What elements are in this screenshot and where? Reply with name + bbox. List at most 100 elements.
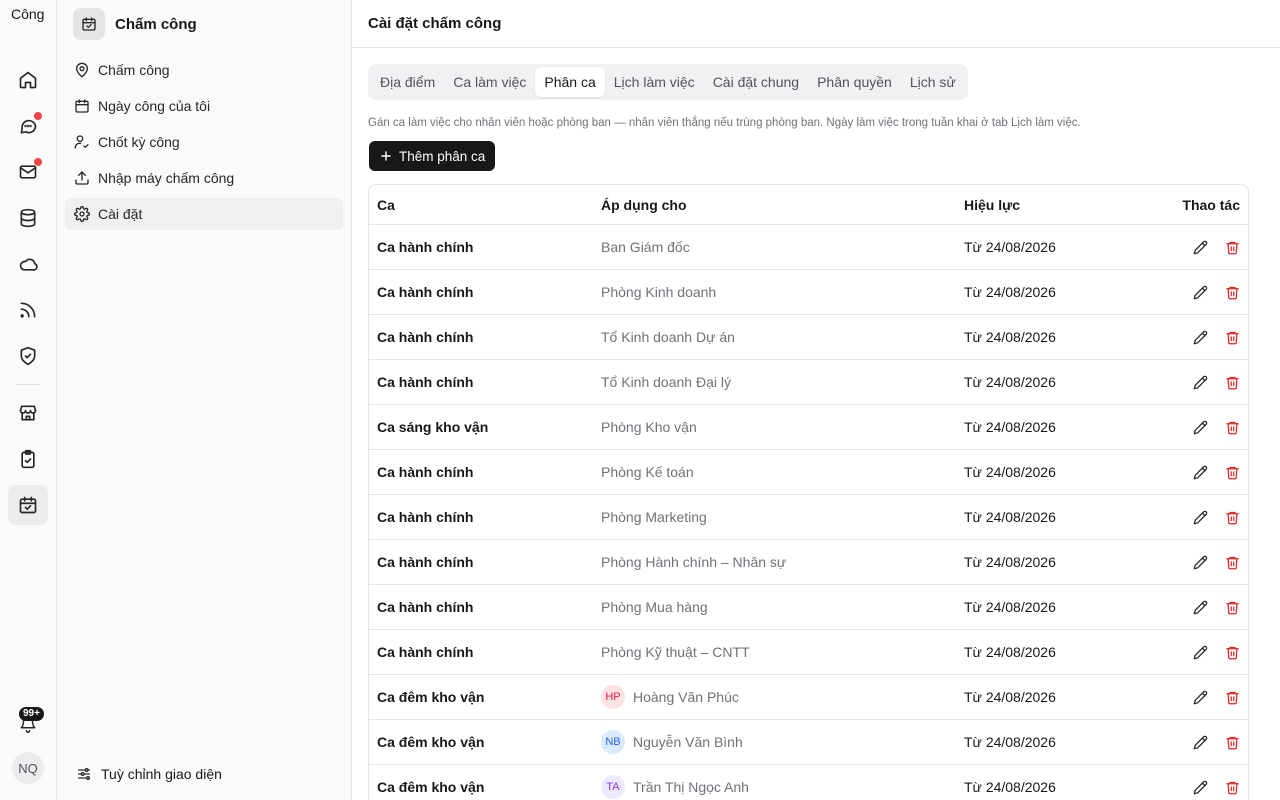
store-icon[interactable] bbox=[8, 393, 48, 433]
delete-icon[interactable] bbox=[1224, 374, 1240, 390]
applies-to-label: Hoàng Văn Phúc bbox=[633, 689, 739, 705]
effective-date: Từ 24/08/2026 bbox=[964, 374, 1056, 390]
applies-to: Ban Giám đốc bbox=[601, 225, 690, 269]
row-actions bbox=[1192, 315, 1240, 359]
shift-name: Ca hành chính bbox=[377, 599, 474, 615]
edit-icon[interactable] bbox=[1192, 734, 1208, 750]
applies-to: Phòng Mua hàng bbox=[601, 585, 708, 629]
delete-icon[interactable] bbox=[1224, 329, 1240, 345]
sidebar-item-label: Chốt kỳ công bbox=[98, 134, 180, 150]
rss-icon[interactable] bbox=[8, 290, 48, 330]
effective-date: Từ 24/08/2026 bbox=[964, 509, 1056, 525]
tab-dia-diem[interactable]: Địa điểm bbox=[371, 67, 444, 97]
delete-icon[interactable] bbox=[1224, 644, 1240, 660]
delete-icon[interactable] bbox=[1224, 419, 1240, 435]
tab-lich-lam-viec[interactable]: Lịch làm việc bbox=[605, 67, 704, 97]
calendar-check-icon[interactable] bbox=[8, 485, 48, 525]
edit-icon[interactable] bbox=[1192, 374, 1208, 390]
sidebar-item-cai-dat[interactable]: Cài đặt bbox=[65, 198, 343, 230]
sidebar-item-chot-ky-cong[interactable]: Chốt kỳ công bbox=[65, 126, 343, 158]
database-icon[interactable] bbox=[8, 198, 48, 238]
edit-icon[interactable] bbox=[1192, 419, 1208, 435]
edit-icon[interactable] bbox=[1192, 239, 1208, 255]
row-actions bbox=[1192, 585, 1240, 629]
sidebar-item-cham-cong[interactable]: Chấm công bbox=[65, 54, 343, 86]
sidebar-item-label: Chấm công bbox=[98, 62, 170, 78]
tab-phan-quyen[interactable]: Phân quyền bbox=[808, 67, 901, 97]
shift-name: Ca hành chính bbox=[377, 374, 474, 390]
table-row: Ca đêm kho vận HP Hoàng Văn Phúc Từ 24/08/2… bbox=[369, 675, 1248, 720]
mail-icon[interactable] bbox=[8, 152, 48, 192]
applies-to-label: Phòng Mua hàng bbox=[601, 599, 708, 615]
calendar-icon bbox=[75, 99, 89, 113]
edit-icon[interactable] bbox=[1192, 644, 1208, 660]
employee-avatar: HP bbox=[601, 685, 625, 709]
edit-icon[interactable] bbox=[1192, 779, 1208, 795]
delete-icon[interactable] bbox=[1224, 554, 1240, 570]
edit-icon[interactable] bbox=[1192, 554, 1208, 570]
cloud-icon[interactable] bbox=[8, 244, 48, 284]
applies-to-label: Phòng Kế toán bbox=[601, 464, 694, 480]
table-row: Ca đêm kho vận TA Trần Thị Ngọc Anh Từ 24/0… bbox=[369, 765, 1248, 800]
gear-icon bbox=[74, 206, 90, 222]
effective-date: Từ 24/08/2026 bbox=[964, 329, 1056, 345]
module-nav: Chấm công Ngày công của tôi Chốt kỳ công… bbox=[65, 54, 343, 234]
shift-name: Ca hành chính bbox=[377, 554, 474, 570]
customize-ui-button[interactable]: Tuỳ chỉnh giao diện bbox=[76, 766, 222, 782]
rail-divider bbox=[16, 384, 41, 385]
edit-icon[interactable] bbox=[1192, 689, 1208, 705]
sidebar-item-ngay-cong[interactable]: Ngày công của tôi bbox=[65, 90, 343, 122]
effective-date: Từ 24/08/2026 bbox=[964, 554, 1056, 570]
upload-icon bbox=[75, 171, 89, 185]
table-row: Ca hành chính Phòng Marketing Từ 24/08/202… bbox=[369, 495, 1248, 540]
delete-icon[interactable] bbox=[1224, 284, 1240, 300]
row-actions bbox=[1192, 540, 1240, 584]
delete-icon[interactable] bbox=[1224, 599, 1240, 615]
tab-cai-dat-chung[interactable]: Cài đặt chung bbox=[704, 67, 808, 97]
edit-icon[interactable] bbox=[1192, 284, 1208, 300]
row-actions bbox=[1192, 225, 1240, 269]
row-actions bbox=[1192, 450, 1240, 494]
effective-date: Từ 24/08/2026 bbox=[964, 464, 1056, 480]
delete-icon[interactable] bbox=[1224, 779, 1240, 795]
edit-icon[interactable] bbox=[1192, 509, 1208, 525]
user-avatar[interactable]: NQ bbox=[12, 752, 44, 784]
table-row: Ca hành chính Tổ Kinh doanh Đại lý Từ 24/0… bbox=[369, 360, 1248, 405]
applies-to: Tổ Kinh doanh Dự án bbox=[601, 315, 735, 359]
delete-icon[interactable] bbox=[1224, 464, 1240, 480]
shift-name: Ca sáng kho vận bbox=[377, 419, 489, 435]
delete-icon[interactable] bbox=[1224, 689, 1240, 705]
applies-to-label: Phòng Kho vận bbox=[601, 419, 697, 435]
shift-name: Ca hành chính bbox=[377, 509, 474, 525]
add-assignment-button[interactable]: Thêm phân ca bbox=[369, 141, 496, 171]
app-logo[interactable]: Công bbox=[11, 8, 45, 42]
sidebar-item-nhap-may[interactable]: Nhập máy chấm công bbox=[65, 162, 343, 194]
tab-lich-su[interactable]: Lịch sử bbox=[901, 67, 965, 97]
tab-ca-lam-viec[interactable]: Ca làm việc bbox=[444, 67, 535, 97]
delete-icon[interactable] bbox=[1224, 734, 1240, 750]
column-header-apply: Áp dụng cho bbox=[601, 196, 687, 213]
table-row: Ca hành chính Ban Giám đốc Từ 24/08/2026 bbox=[369, 225, 1248, 270]
applies-to: Phòng Kinh doanh bbox=[601, 270, 716, 314]
tab-phan-ca[interactable]: Phân ca bbox=[535, 67, 605, 97]
applies-to-label: Phòng Kinh doanh bbox=[601, 284, 717, 300]
table-row: Ca hành chính Phòng Kinh doanh Từ 24/08/20… bbox=[369, 270, 1248, 315]
table-row: Ca hành chính Phòng Hành chính – Nhân sự T… bbox=[369, 540, 1248, 585]
edit-icon[interactable] bbox=[1192, 329, 1208, 345]
effective-date: Từ 24/08/2026 bbox=[964, 419, 1056, 435]
clipboard-check-icon[interactable] bbox=[8, 439, 48, 479]
delete-icon[interactable] bbox=[1224, 239, 1240, 255]
column-header-effective: Hiệu lực bbox=[964, 196, 1021, 213]
sliders-icon bbox=[78, 768, 90, 780]
delete-icon[interactable] bbox=[1224, 509, 1240, 525]
module-sidebar: Chấm công Chấm công Ngày công của tôi Ch… bbox=[57, 0, 352, 800]
row-actions bbox=[1192, 765, 1240, 800]
row-actions bbox=[1192, 270, 1240, 314]
home-icon[interactable] bbox=[8, 60, 48, 100]
applies-to: Tổ Kinh doanh Đại lý bbox=[601, 360, 731, 404]
shield-check-icon[interactable] bbox=[8, 336, 48, 376]
edit-icon[interactable] bbox=[1192, 464, 1208, 480]
applies-to-label: Phòng Marketing bbox=[601, 509, 707, 525]
edit-icon[interactable] bbox=[1192, 599, 1208, 615]
chat-icon[interactable] bbox=[8, 106, 48, 146]
